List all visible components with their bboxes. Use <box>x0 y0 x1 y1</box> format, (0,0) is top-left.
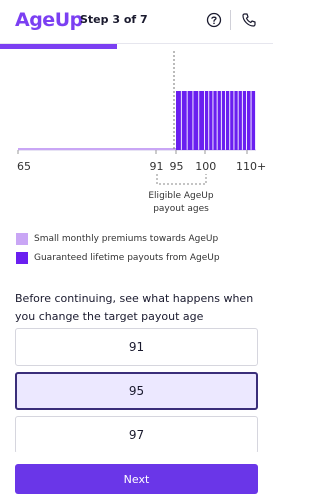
ageup-logo[interactable]: AgeUp <box>15 9 83 31</box>
legend-item-premiums: Small monthly premiums towards AgeUp <box>16 232 218 246</box>
legend-item-payouts: Guaranteed lifetime payouts from AgeUp <box>16 251 220 265</box>
phone-icon[interactable] <box>241 12 257 28</box>
header-divider <box>230 10 231 30</box>
option-label: 97 <box>128 428 145 442</box>
payout-age-prompt: Before continuing, see what happens when… <box>15 292 254 323</box>
payout-bar <box>209 91 213 150</box>
payout-bar <box>247 91 251 150</box>
payout-bar <box>226 91 230 150</box>
next-button[interactable]: Next <box>15 464 258 494</box>
payout-bar <box>187 91 193 150</box>
payout-bar <box>213 91 217 150</box>
legend-swatch-premiums <box>16 233 28 245</box>
help-circle-icon[interactable] <box>206 12 222 28</box>
legend-label-payouts: Guaranteed lifetime payouts from AgeUp <box>34 253 220 263</box>
payout-bar <box>181 91 187 150</box>
payout-bar <box>176 91 181 150</box>
premium-bar <box>18 148 176 150</box>
payout-bar <box>238 91 242 150</box>
option-age-97[interactable]: 97 <box>15 416 258 454</box>
option-age-95[interactable]: 95 <box>15 372 258 410</box>
payout-bar <box>221 91 226 150</box>
payout-bar <box>217 91 221 150</box>
payout-bar <box>234 91 238 150</box>
logo-text: AgeUp <box>15 9 83 31</box>
payout-chart <box>17 51 256 154</box>
option-age-91[interactable]: 91 <box>15 328 258 366</box>
legend-swatch-payouts <box>16 252 28 264</box>
payout-bar <box>199 91 205 150</box>
option-label: 91 <box>128 340 145 354</box>
option-label: 95 <box>128 384 145 398</box>
payout-bar <box>251 91 256 150</box>
step-indicator: Step 3 of 7 <box>80 13 148 26</box>
payout-bar <box>193 91 199 150</box>
legend-label-premiums: Small monthly premiums towards AgeUp <box>34 234 219 244</box>
eligible-bracket <box>156 174 207 185</box>
eligible-ages-label: Eligible AgeUp payout ages <box>148 191 214 214</box>
payout-bar <box>242 91 247 150</box>
payout-bar <box>205 91 209 150</box>
payout-bar <box>230 91 234 150</box>
app-header: AgeUp Step 3 of 7 <box>0 0 273 49</box>
